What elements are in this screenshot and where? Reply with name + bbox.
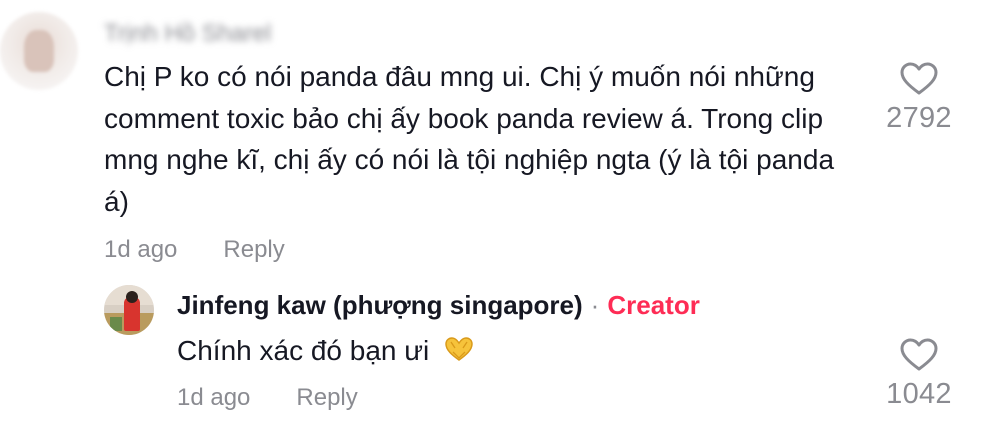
reply-separator: · [590, 290, 600, 320]
heart-outline-icon[interactable] [874, 338, 964, 372]
reply-text-content: Chính xác đó bạn ưi [177, 335, 430, 366]
creator-avatar[interactable] [104, 285, 154, 335]
reply-header: Jinfeng kaw (phượng singapore) · Creator [177, 290, 700, 321]
reply-time: 1d ago [177, 384, 251, 411]
heart-hands-emoji-icon [443, 333, 475, 373]
creator-badge: Creator [607, 290, 700, 320]
reply-text: Chính xác đó bạn ưi [177, 331, 475, 373]
comment-text: Chị P ko có nói panda đâu mng ui. Chị ý … [104, 61, 835, 217]
reply-like-count: 1042 [886, 378, 952, 410]
comment-time: 1d ago [104, 236, 178, 263]
heart-outline-icon[interactable] [874, 62, 964, 96]
comment-thread: Trịnh Hồ Sharel Chị P ko có nói panda đâ… [0, 0, 1000, 440]
commenter-username[interactable]: Trịnh Hồ Sharel [104, 20, 271, 48]
reply-reply-button[interactable]: Reply [296, 384, 357, 411]
comment-reply-button[interactable]: Reply [223, 236, 284, 263]
reply-username[interactable]: Jinfeng kaw (phượng singapore) [177, 290, 583, 320]
comment-like-count: 2792 [886, 102, 952, 134]
reply-like[interactable]: 1042 [874, 338, 964, 411]
comment-like[interactable]: 2792 [874, 62, 964, 135]
comment-meta: 1d ago Reply [104, 236, 285, 264]
reply-meta: 1d ago Reply [177, 384, 358, 412]
commenter-avatar[interactable] [0, 12, 78, 90]
